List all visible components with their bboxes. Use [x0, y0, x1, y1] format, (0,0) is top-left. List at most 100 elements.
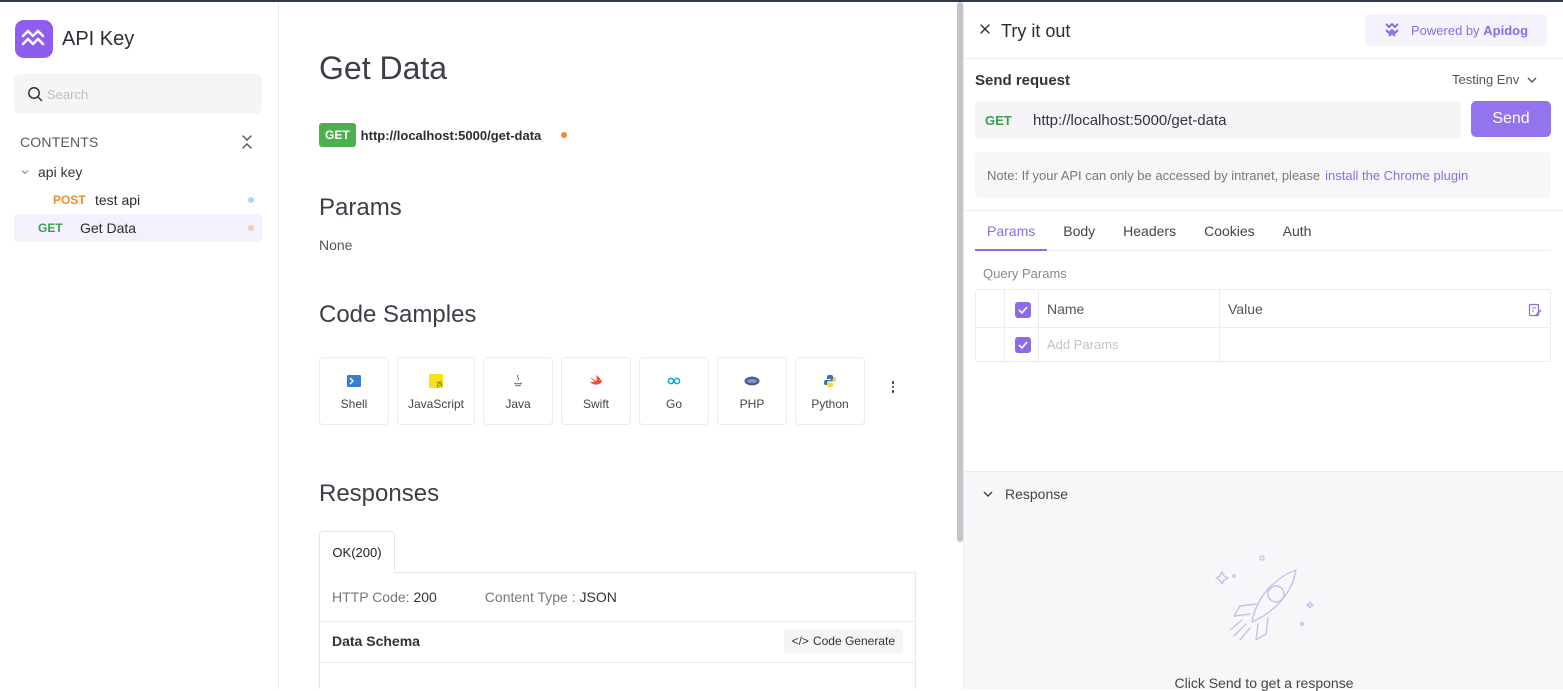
status-dot — [248, 225, 254, 231]
tab-body[interactable]: Body — [1051, 215, 1107, 251]
sidebar: API Key CONTENTS api key POST test api G… — [0, 2, 279, 689]
divider — [964, 210, 1563, 211]
response-panel: HTTP Code: 200 Content Type : JSON Data … — [319, 572, 916, 689]
bulk-edit-icon[interactable] — [1528, 303, 1542, 317]
row-checkbox[interactable] — [1015, 337, 1031, 353]
install-chrome-plugin-link[interactable]: install the Chrome plugin — [1325, 168, 1468, 183]
code-generate-button[interactable]: </> Code Generate — [783, 629, 903, 653]
request-method[interactable]: GET — [985, 113, 1033, 128]
search-input[interactable] — [47, 86, 237, 102]
contents-heading: CONTENTS — [20, 134, 99, 150]
send-button[interactable]: Send — [1471, 101, 1551, 137]
javascript-icon: JS — [428, 373, 444, 389]
doc-content: Get Data GET http://localhost:5000/get-d… — [280, 2, 957, 689]
page-title: Get Data — [319, 50, 448, 86]
response-meta: HTTP Code: 200 Content Type : JSON — [332, 589, 617, 605]
select-all-checkbox[interactable] — [1015, 302, 1031, 318]
lang-label: PHP — [739, 397, 765, 411]
lang-label: Swift — [582, 397, 609, 411]
environment-select[interactable]: Testing Env — [1452, 72, 1537, 87]
tab-params[interactable]: Params — [975, 215, 1048, 251]
collapse-all-icon[interactable] — [240, 134, 254, 150]
divider — [964, 58, 1563, 59]
code-icon: </> — [791, 634, 809, 648]
content-type: Content Type : JSON — [484, 589, 617, 605]
endpoint-url[interactable]: http://localhost:5000/get-data — [361, 128, 542, 143]
svg-text:JS: JS — [436, 381, 443, 388]
sidebar-item-label: Get Data — [80, 220, 137, 236]
sidebar-search[interactable] — [14, 74, 262, 114]
apidog-icon — [1385, 23, 1399, 37]
code-samples-heading: Code Samples — [319, 301, 477, 328]
http-code: HTTP Code: 200 — [332, 589, 437, 605]
table-row — [976, 328, 1550, 362]
java-icon — [510, 373, 526, 389]
powered-prefix: Powered by — [1411, 22, 1480, 38]
lang-python[interactable]: Python — [795, 357, 865, 425]
php-icon — [744, 373, 760, 389]
divider — [320, 621, 915, 622]
powered-by-apidog[interactable]: Powered by Apidog — [1365, 14, 1547, 46]
code-generate-label: Code Generate — [812, 634, 895, 648]
status-dot — [248, 197, 254, 203]
divider — [320, 662, 915, 663]
lang-shell[interactable]: Shell — [319, 357, 389, 425]
lang-label: Java — [505, 397, 531, 411]
chevron-down-icon — [1527, 77, 1537, 83]
lang-php[interactable]: PHP — [717, 357, 787, 425]
powered-brand: Apidog — [1483, 22, 1529, 38]
method-badge: GET — [38, 221, 63, 235]
panel-title: Try it out — [1001, 21, 1071, 41]
method-badge: POST — [53, 193, 86, 207]
response-toggle[interactable]: Response — [983, 486, 1068, 502]
status-dot — [561, 132, 568, 138]
column-name: Name — [1047, 301, 1085, 317]
lang-javascript[interactable]: JS JavaScript — [397, 357, 475, 425]
send-request-label: Send request — [975, 72, 1071, 89]
chevron-down-icon — [983, 491, 993, 498]
rocket-icon — [1215, 555, 1314, 641]
shell-icon — [346, 373, 362, 389]
endpoint-line: GET http://localhost:5000/get-data — [319, 123, 568, 147]
params-heading: Params — [319, 194, 402, 221]
swift-icon — [588, 373, 604, 389]
sidebar-item-test-api[interactable]: POST test api — [14, 186, 262, 214]
tab-auth[interactable]: Auth — [1271, 215, 1324, 251]
intranet-note: Note: If your API can only be accessed b… — [975, 152, 1551, 198]
response-label: Response — [1005, 486, 1069, 502]
sidebar-folder-api-key[interactable]: api key — [20, 162, 82, 182]
folder-label: api key — [38, 164, 83, 180]
response-section: Response Click Send to get a response — [964, 471, 1563, 691]
table-header-row: Name Value — [976, 290, 1550, 328]
close-icon[interactable] — [978, 22, 992, 36]
apidog-logo-icon — [15, 20, 53, 58]
tab-headers[interactable]: Headers — [1111, 215, 1188, 251]
try-it-out-panel: Try it out Powered by Apidog Send reques… — [963, 2, 1563, 691]
query-params-table: Name Value — [975, 289, 1551, 362]
go-icon — [666, 373, 682, 389]
params-value: None — [319, 237, 353, 253]
project-title: API Key — [62, 28, 135, 50]
add-param-input[interactable] — [1047, 337, 1207, 352]
tab-ok-200[interactable]: OK(200) — [319, 531, 395, 573]
python-icon — [822, 373, 838, 389]
sidebar-item-label: test api — [95, 192, 141, 208]
lang-label: Go — [665, 397, 682, 411]
lang-go[interactable]: Go — [639, 357, 709, 425]
lang-label: JavaScript — [407, 397, 465, 411]
request-tabs: Params Body Headers Cookies Auth — [975, 215, 1551, 251]
environment-label: Testing Env — [1452, 72, 1520, 87]
tab-cookies[interactable]: Cookies — [1192, 215, 1267, 251]
lang-swift[interactable]: Swift — [561, 357, 631, 425]
more-languages-icon[interactable] — [888, 379, 898, 395]
column-value: Value — [1228, 301, 1263, 317]
lang-label: Python — [811, 397, 849, 411]
sidebar-item-get-data[interactable]: GET Get Data — [14, 214, 262, 242]
chevron-down-icon — [21, 170, 29, 175]
request-url-bar[interactable]: GET http://localhost:5000/get-data — [975, 101, 1461, 139]
lang-java[interactable]: Java — [483, 357, 553, 425]
responses-heading: Responses — [319, 480, 440, 507]
search-icon — [28, 87, 43, 102]
data-schema-label: Data Schema — [332, 633, 420, 649]
request-url[interactable]: http://localhost:5000/get-data — [1033, 112, 1226, 129]
